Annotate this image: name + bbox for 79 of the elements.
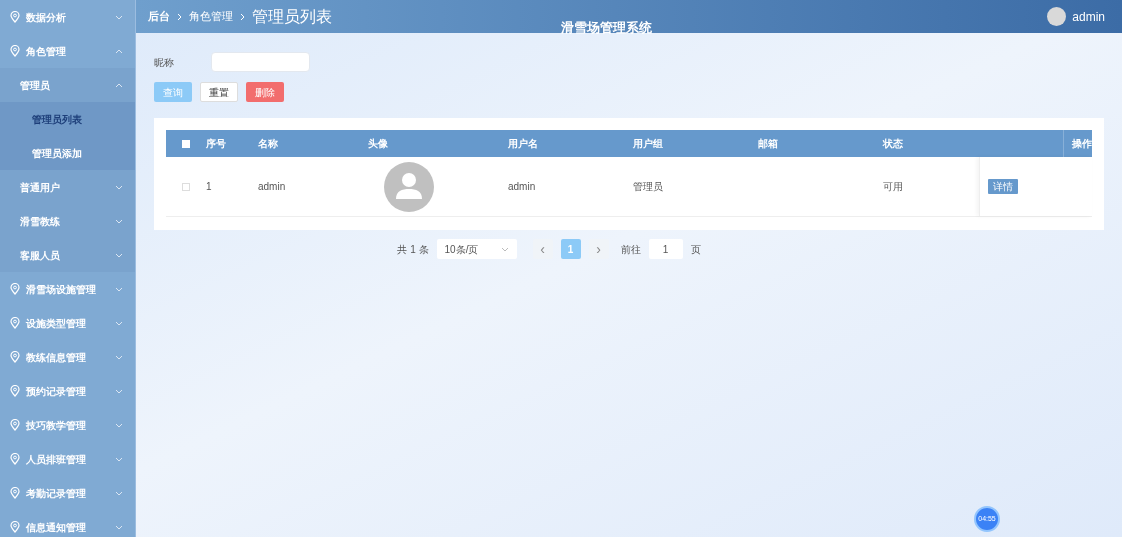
column-header: 用户组 <box>633 138 663 149</box>
location-pin-icon <box>10 453 20 465</box>
page-unit-label: 页 <box>690 242 701 257</box>
chevron-down-icon <box>115 252 123 258</box>
column-header: 头像 <box>368 138 388 149</box>
sidebar-item[interactable]: 角色管理 <box>0 34 135 68</box>
chevron-down-icon <box>115 14 123 20</box>
avatar-icon[interactable] <box>1047 7 1067 26</box>
chevron-down-icon <box>115 388 123 394</box>
location-pin-icon <box>10 317 20 329</box>
checkbox[interactable] <box>182 139 190 148</box>
chevron-down-icon <box>115 490 123 496</box>
page-button[interactable]: 1 <box>560 239 581 259</box>
total-count: 共 1 条 <box>397 242 429 257</box>
sidebar-item[interactable]: 考勤记录管理 <box>0 476 135 510</box>
location-pin-icon <box>10 351 20 363</box>
sidebar-item[interactable]: 人员排班管理 <box>0 442 135 476</box>
column-header: 名称 <box>258 138 278 149</box>
search-button[interactable]: 查询 <box>154 82 192 102</box>
chevron-down-icon <box>115 422 123 428</box>
sidebar-item[interactable]: 数据分析 <box>0 0 135 34</box>
chevron-down-icon <box>115 286 123 292</box>
chevron-up-icon <box>115 48 123 54</box>
sidebar-item[interactable]: 信息通知管理 <box>0 510 135 537</box>
user-avatar-icon <box>384 161 434 212</box>
sidebar-item[interactable]: 客服人员 <box>0 238 135 272</box>
chevron-down-icon <box>115 320 123 326</box>
sidebar-item[interactable]: 管理员列表 <box>0 102 135 136</box>
sidebar-item[interactable]: 普通用户 <box>0 170 135 204</box>
location-pin-icon <box>10 385 20 397</box>
chevron-down-icon <box>115 456 123 462</box>
sidebar-item[interactable]: 管理员添加 <box>0 136 135 170</box>
chevron-down-icon <box>115 524 123 530</box>
chevron-down-icon <box>115 184 123 190</box>
chevron-up-icon <box>115 82 123 88</box>
sidebar-item[interactable]: 教练信息管理 <box>0 340 135 374</box>
page-size-select[interactable]: 10条/页 <box>436 239 517 259</box>
chevron-down-icon <box>500 246 509 252</box>
location-pin-icon <box>10 487 20 499</box>
page-title: 管理员列表 <box>252 6 332 27</box>
column-header: 邮箱 <box>758 138 778 149</box>
chevron-right-icon <box>177 12 182 21</box>
chevron-right-icon <box>240 12 245 21</box>
location-pin-icon <box>10 45 20 57</box>
table-cell: 1 <box>206 181 212 192</box>
column-header: 操作 <box>1072 137 1092 151</box>
chevron-down-icon <box>115 354 123 360</box>
table-cell: 管理员 <box>633 181 663 192</box>
field-label: 昵称 <box>154 55 175 70</box>
location-pin-icon <box>10 521 20 533</box>
chevron-down-icon <box>115 218 123 224</box>
checkbox[interactable] <box>182 182 190 191</box>
column-header: 用户名 <box>508 138 538 149</box>
breadcrumb-link[interactable]: 后台 <box>148 8 170 25</box>
details-button[interactable]: 详情 <box>988 179 1018 194</box>
column-header: 状态 <box>883 138 903 149</box>
location-pin-icon <box>10 283 20 295</box>
username-label[interactable]: admin <box>1072 7 1105 26</box>
goto-label: 前往 <box>620 242 641 257</box>
delete-button[interactable]: 删除 <box>246 82 284 102</box>
column-header: 序号 <box>206 138 226 149</box>
sidebar-item[interactable]: 滑雪教练 <box>0 204 135 238</box>
nickname-field[interactable] <box>211 52 310 72</box>
breadcrumb-link[interactable]: 角色管理 <box>189 8 233 25</box>
reset-button[interactable]: 重置 <box>200 82 238 102</box>
location-pin-icon <box>10 419 20 431</box>
sidebar-item[interactable]: 设施类型管理 <box>0 306 135 340</box>
sidebar-item[interactable]: 预约记录管理 <box>0 374 135 408</box>
page-number-field[interactable]: 1 <box>648 239 683 259</box>
location-pin-icon <box>10 11 20 23</box>
system-title: 滑雪场管理系统 <box>561 19 652 37</box>
previous-page-button[interactable]: ‹ <box>532 239 553 259</box>
sidebar-item[interactable]: 技巧教学管理 <box>0 408 135 442</box>
sidebar-item[interactable]: 滑雪场设施管理 <box>0 272 135 306</box>
next-page-button[interactable]: › <box>588 239 609 259</box>
sidebar-item[interactable]: 管理员 <box>0 68 135 102</box>
table-cell: 可用 <box>883 181 903 192</box>
table-cell: admin <box>508 181 536 192</box>
table-cell: admin <box>258 181 286 192</box>
